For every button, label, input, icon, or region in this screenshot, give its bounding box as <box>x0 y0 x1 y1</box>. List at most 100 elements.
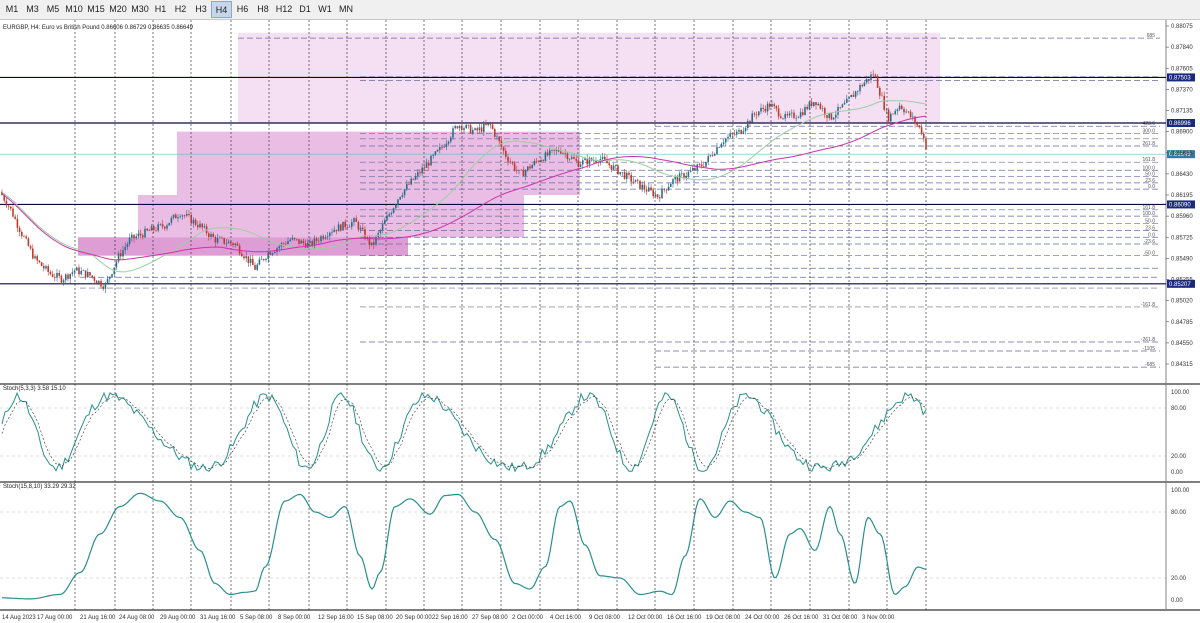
candle-body <box>137 233 140 237</box>
candle-body <box>821 108 824 109</box>
timeframe-h8[interactable]: H8 <box>253 1 273 18</box>
candle-body <box>793 112 795 118</box>
price-label: 0.86665 <box>1171 151 1193 157</box>
time-label: 31 Aug 16:00 <box>200 615 236 621</box>
candle-body <box>56 273 58 278</box>
candle-body <box>665 189 668 191</box>
candle-body <box>351 222 353 227</box>
time-label: 16 Oct 16:00 <box>667 615 702 621</box>
candle-body <box>87 271 89 278</box>
candle-body <box>172 214 175 218</box>
candle-body <box>755 114 758 116</box>
candle-body <box>562 153 564 154</box>
time-label: 2 Oct 00:00 <box>512 615 544 621</box>
candle-body <box>885 109 888 111</box>
candle-body <box>445 143 448 148</box>
price-label: 0.86430 <box>1171 172 1193 178</box>
timeframe-m5[interactable]: M5 <box>43 1 63 18</box>
candle-body <box>131 234 133 238</box>
timeframe-h4[interactable]: H4 <box>211 1 232 18</box>
candle-body <box>76 267 78 271</box>
timeframe-d1[interactable]: D1 <box>295 1 315 18</box>
candle-body <box>214 236 217 243</box>
candle-body <box>29 246 32 249</box>
candle-body <box>918 125 921 128</box>
price-tag-text: 0.87503 <box>1169 75 1191 81</box>
timeframe-m3[interactable]: M3 <box>22 1 43 18</box>
stoch-level-label: 80.00 <box>1171 510 1187 516</box>
candle-body <box>188 213 190 215</box>
stoch-level-label: 20.00 <box>1171 576 1187 582</box>
candle-body <box>423 167 426 169</box>
candle-body <box>826 115 828 118</box>
timeframe-m30[interactable]: M30 <box>129 1 151 18</box>
candle-body <box>181 215 184 217</box>
candle-body <box>379 229 382 234</box>
candle-body <box>698 164 701 165</box>
timeframe-h12[interactable]: H12 <box>273 1 295 18</box>
fib-level-label: 0.0 <box>1148 184 1155 190</box>
candle-body <box>505 150 507 157</box>
candle-body <box>560 151 562 154</box>
timeframe-m20[interactable]: M20 <box>107 1 129 18</box>
candle-body <box>230 241 232 244</box>
candle-body <box>516 169 518 171</box>
candle-body <box>529 166 531 169</box>
timeframe-m15[interactable]: M15 <box>85 1 107 18</box>
candle-body <box>309 241 311 243</box>
timeframe-m1[interactable]: M1 <box>2 1 22 18</box>
candle-body <box>788 113 791 116</box>
candle-body <box>78 267 80 275</box>
candle-body <box>153 226 155 231</box>
time-label: 9 Oct 08:00 <box>589 615 621 621</box>
timeframe-mn[interactable]: MN <box>335 1 357 18</box>
fib-level-label: 261.8 <box>1142 141 1155 147</box>
time-label: 3 Nov 00:00 <box>862 615 895 621</box>
timeframe-h2[interactable]: H2 <box>170 1 191 18</box>
candle-body <box>300 240 302 244</box>
time-label: 15 Sep 08:00 <box>357 615 393 621</box>
candle-body <box>892 113 894 115</box>
candle-body <box>865 78 868 83</box>
candle-body <box>608 163 610 166</box>
price-label: 0.85490 <box>1171 256 1193 262</box>
candle-body <box>773 104 775 106</box>
timeframe-h3[interactable]: H3 <box>191 1 211 18</box>
candle-body <box>353 218 355 223</box>
candle-body <box>577 160 580 167</box>
time-label: 19 Oct 08:00 <box>706 615 741 621</box>
candle-body <box>269 252 272 255</box>
fib-level-label: 100.0 <box>1142 211 1155 217</box>
candle-body <box>401 195 404 197</box>
fib-level-label: 161.8 <box>1142 157 1155 163</box>
candle-body <box>641 184 643 189</box>
panel-separator <box>0 609 1200 611</box>
chart-area[interactable]: 685423.6300.0261.8161.8100.050.023.60.01… <box>0 20 1200 623</box>
candle-body <box>637 179 639 181</box>
candle-body <box>133 234 135 239</box>
price-tag-text: 0.86996 <box>1169 121 1191 127</box>
candle-body <box>881 95 883 97</box>
candle-body <box>452 128 454 138</box>
candle-body <box>282 243 285 244</box>
candle-body <box>760 107 762 112</box>
candle-body <box>579 164 582 167</box>
candle-body <box>527 166 529 171</box>
stoch-level-label: 0.00 <box>1171 470 1183 476</box>
candle-body <box>705 161 707 167</box>
candle-body <box>656 194 659 198</box>
timeframe-m10[interactable]: M10 <box>63 1 85 18</box>
timeframe-w1[interactable]: W1 <box>315 1 335 18</box>
candle-body <box>751 113 753 123</box>
candle-body <box>703 166 705 167</box>
timeframe-h1[interactable]: H1 <box>151 1 170 18</box>
timeframe-h6[interactable]: H6 <box>232 1 253 18</box>
candle-body <box>60 275 63 283</box>
candle-body <box>861 85 863 87</box>
candle-body <box>819 103 822 109</box>
candle-body <box>100 280 102 287</box>
candle-body <box>91 275 93 278</box>
candle-body <box>274 251 276 254</box>
candle-body <box>645 189 648 192</box>
candle-body <box>804 106 806 115</box>
